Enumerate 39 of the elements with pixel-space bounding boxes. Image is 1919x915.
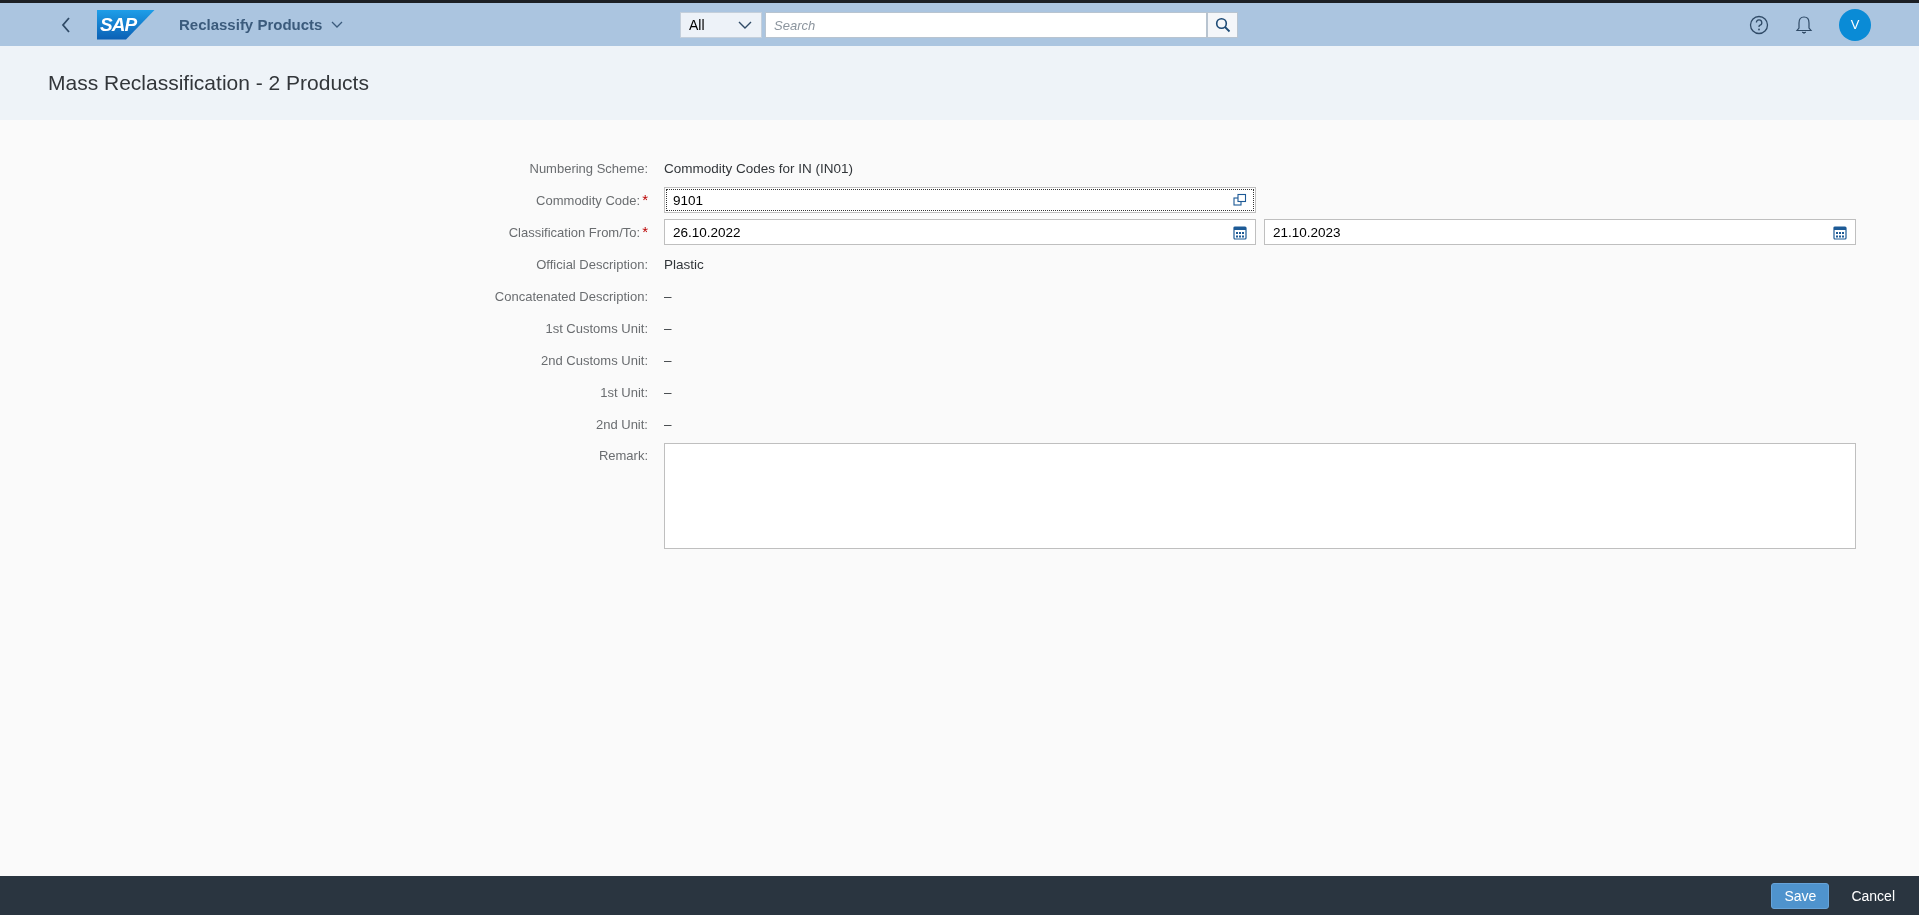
chevron-down-icon <box>737 20 753 30</box>
field-value: Commodity Codes for IN (IN01) <box>664 161 854 176</box>
value-help-icon[interactable] <box>1233 193 1247 207</box>
field-value: – <box>664 289 672 304</box>
field-label: Commodity Code: <box>536 192 641 208</box>
field-value: – <box>664 385 672 400</box>
field-label: 1st Unit: <box>600 384 648 400</box>
search-scope-select[interactable]: All <box>680 12 762 38</box>
calendar-icon[interactable] <box>1233 224 1247 240</box>
field-label: 1st Customs Unit: <box>545 320 648 336</box>
field-label: 2nd Customs Unit: <box>541 352 648 368</box>
page-title: Mass Reclassification - 2 Products <box>48 71 369 95</box>
field-value: – <box>664 321 672 336</box>
cancel-button[interactable]: Cancel <box>1839 882 1907 909</box>
help-icon[interactable] <box>1749 14 1769 35</box>
required-mark: * <box>642 224 648 240</box>
logo[interactable]: SAP <box>97 9 155 40</box>
back-icon[interactable] <box>60 15 72 34</box>
field-value: – <box>664 417 672 432</box>
field-label: 2nd Unit: <box>595 416 648 432</box>
date-input[interactable]: 26.10.2022 <box>664 219 1256 245</box>
chevron-down-icon <box>330 19 345 30</box>
notification-icon[interactable] <box>1795 14 1813 35</box>
field-label: Numbering Scheme: <box>529 160 648 176</box>
field-label: Classification From/To: <box>508 224 641 240</box>
field-value: – <box>664 353 672 368</box>
search-icon <box>1214 17 1231 33</box>
user-avatar[interactable]: V <box>1839 8 1871 41</box>
field-label: Official Description: <box>536 256 648 272</box>
calendar-icon[interactable] <box>1833 224 1847 240</box>
field-label: Remark: <box>598 448 648 463</box>
field-value: Plastic <box>664 257 704 272</box>
commodity-code-input[interactable]: 9101 <box>664 187 1256 213</box>
date-input[interactable]: 21.10.2023 <box>1264 219 1856 245</box>
required-mark: * <box>642 192 648 208</box>
search-button[interactable] <box>1207 12 1238 38</box>
app-title-menu[interactable]: Reclassify Products <box>179 16 345 33</box>
field-label: Concatenated Description: <box>494 288 648 304</box>
search-field[interactable]: Search <box>765 12 1207 38</box>
